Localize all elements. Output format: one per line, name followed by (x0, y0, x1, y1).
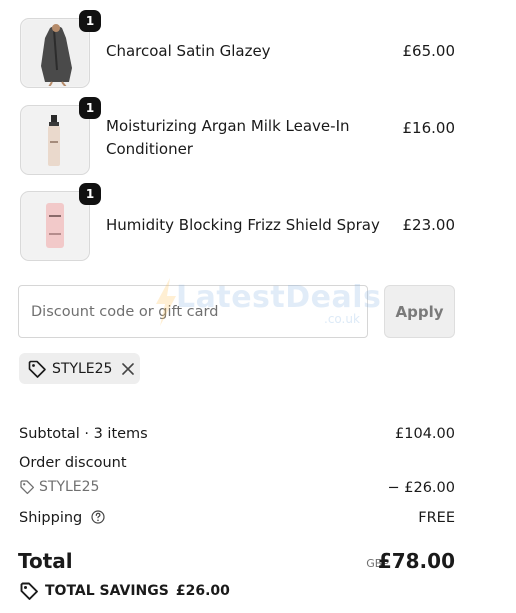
shipping-label-text: Shipping (19, 510, 83, 526)
product-name-line: Conditioner (106, 140, 193, 158)
product-name: Moisturizing Argan Milk Leave-In Conditi… (106, 115, 350, 161)
subtotal-value: £104.00 (395, 426, 455, 442)
order-discount-code: STYLE25 (19, 479, 99, 495)
remove-code-icon[interactable] (121, 362, 135, 376)
total-savings: TOTAL SAVINGS £26.00 (19, 581, 230, 601)
tag-icon (28, 360, 46, 378)
total-label: Total (18, 549, 73, 573)
product-name: Humidity Blocking Frizz Shield Spray (106, 216, 380, 234)
shipping-label: Shipping (19, 510, 105, 526)
product-name-line: Moisturizing Argan Milk Leave-In (106, 117, 350, 135)
quantity-badge: 1 (79, 183, 101, 205)
savings-value: £26.00 (175, 583, 230, 599)
applied-discount-tag: STYLE25 (19, 353, 140, 384)
quantity-badge: 1 (79, 97, 101, 119)
savings-label: TOTAL SAVINGS (45, 583, 169, 599)
quantity-badge: 1 (79, 10, 101, 32)
subtotal-label: Subtotal · 3 items (19, 426, 148, 442)
robe-photo (22, 20, 88, 86)
order-discount-code-text: STYLE25 (39, 479, 100, 495)
product-thumbnail: 1 (20, 183, 101, 261)
product-thumbnail: 1 (20, 97, 101, 175)
order-discount-label: Order discount (19, 455, 127, 471)
shipping-value: FREE (418, 510, 455, 526)
apply-button[interactable]: Apply (384, 285, 455, 338)
spray-bottle-photo (22, 107, 88, 173)
product-name: Charcoal Satin Glazey (106, 42, 271, 60)
tag-icon (20, 582, 38, 600)
tag-icon (20, 480, 35, 495)
product-price: £23.00 (402, 216, 456, 234)
total-value: £78.00 (377, 549, 455, 573)
applied-code-text: STYLE25 (52, 360, 113, 377)
pink-can-photo (22, 193, 88, 259)
product-thumbnail: 1 (20, 10, 101, 88)
discount-code-input[interactable] (18, 285, 368, 338)
product-price: £65.00 (402, 42, 456, 60)
order-discount-value: − £26.00 (387, 480, 456, 496)
product-price: £16.00 (402, 119, 456, 137)
help-icon[interactable] (91, 510, 105, 524)
